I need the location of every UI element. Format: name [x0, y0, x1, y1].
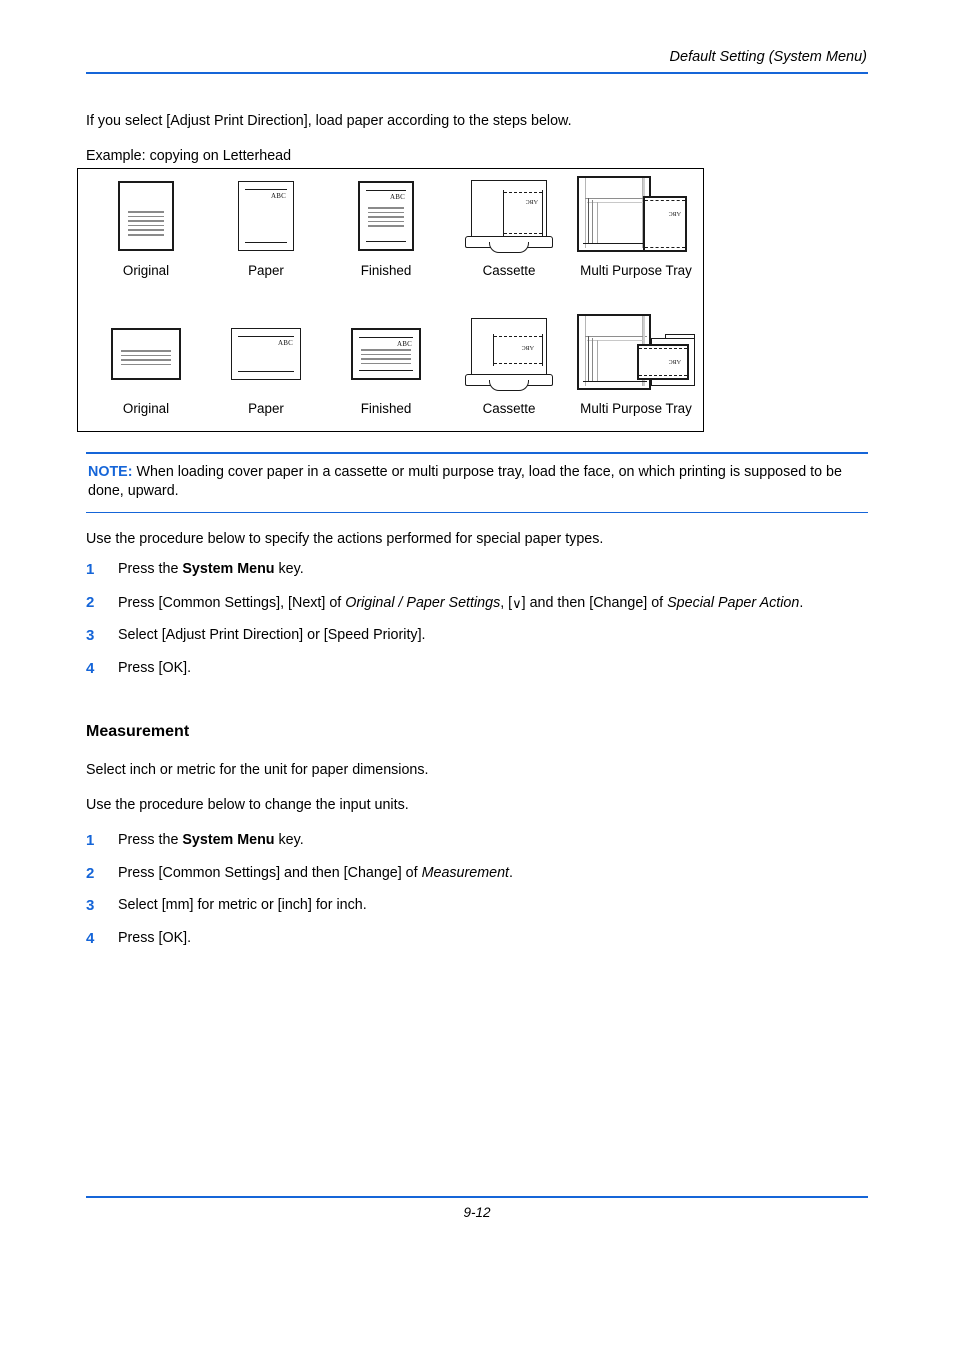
figure-cell-original: Original — [90, 311, 202, 429]
page-footer: 9-12 — [86, 1196, 868, 1220]
cassette-icon: Abc — [450, 173, 568, 259]
step-number: 1 — [86, 832, 95, 849]
procedure-step: 3 Select [Adjust Print Direction] or [Spe… — [86, 626, 868, 646]
procedure-step: 2 Press [Common Settings] and then [Chang… — [86, 864, 868, 884]
step-text: Press [OK]. — [118, 659, 192, 676]
procedure-step: 3 Select [mm] for metric or [inch] for in… — [86, 896, 868, 916]
procedure-intro-paragraph: Use the procedure below to specify the a… — [86, 531, 604, 547]
step-text: Press the System Menu key. — [118, 832, 304, 848]
figure-label: Multi Purpose Tray — [580, 263, 692, 278]
paper-sheet-icon: Abc — [210, 173, 322, 259]
procedure-step: 4 Press [OK]. — [86, 659, 868, 679]
figure-cell-cassette: Abc Cassette — [450, 173, 568, 291]
figure-label: Finished — [360, 401, 412, 416]
step-text: Press [Common Settings], [Next] of Origi… — [118, 593, 868, 614]
multi-purpose-tray-icon: Abc — [574, 173, 698, 259]
note-bottom-rule — [86, 511, 868, 514]
procedure-steps-special-paper: 1 Press the System Menu key. 2 Press [Commo… — [86, 560, 868, 691]
header-rule — [86, 72, 868, 74]
figure-label: Original — [122, 401, 170, 416]
figure-label: Cassette — [482, 401, 536, 416]
finished-sheet-icon: Abc — [330, 173, 442, 259]
figure-cell-original: Original — [90, 173, 202, 291]
figure-cell-multi-purpose-tray: Abc Multi Purpose Tray — [574, 311, 698, 429]
figure-cell-paper: Abc Paper — [210, 173, 322, 291]
procedure-steps-measurement: 1 Press the System Menu key. 2 Press [Commo… — [86, 831, 868, 961]
letterhead-mark: Abc — [390, 192, 405, 202]
figure-label: Paper — [248, 401, 284, 416]
step-number: 1 — [86, 561, 95, 578]
original-sheet-icon — [90, 173, 202, 259]
step-number: 4 — [86, 659, 95, 677]
letterhead-mark: Abc — [397, 339, 412, 349]
figure-cell-finished: Abc Finished — [330, 173, 442, 291]
letterhead-mark: Abc — [278, 338, 293, 348]
note-text: When loading cover paper in a cassette o… — [88, 463, 842, 500]
letterhead-mark-rotated: Abc — [525, 198, 538, 208]
document-page: Default Setting (System Menu) If you sel… — [0, 0, 954, 1350]
page-header: Default Setting (System Menu) — [86, 48, 868, 74]
step-number: 3 — [86, 897, 95, 914]
figure-cell-paper: Abc Paper — [210, 311, 322, 429]
letterhead-example-figure: Original Abc Paper Abc — [77, 168, 704, 432]
step-number: 4 — [86, 929, 95, 947]
step-text: Select [mm] for metric or [inch] for inc… — [118, 897, 367, 913]
step-text: Press [Common Settings] and then [Change… — [118, 864, 513, 881]
header-title: Default Setting (System Menu) — [669, 49, 867, 65]
note-block: NOTE: When loading cover paper in a cass… — [86, 452, 868, 514]
measurement-paragraph-1: Select inch or metric for the unit for p… — [86, 762, 429, 778]
figure-label: Finished — [360, 263, 412, 278]
figure-cell-finished: Abc Finished — [330, 311, 442, 429]
step-number: 3 — [86, 627, 95, 644]
step-text: Press [OK]. — [118, 929, 192, 946]
figure-cell-multi-purpose-tray: Abc Multi Purpose Tray — [574, 173, 698, 291]
figure-label: Original — [122, 263, 170, 278]
figure-row-landscape: Original Abc Paper Abc — [78, 311, 703, 429]
finished-sheet-icon: Abc — [330, 311, 442, 397]
procedure-step: 2 Press [Common Settings], [Next] of Orig… — [86, 593, 868, 614]
page-number: 9-12 — [463, 1204, 491, 1220]
figure-row-portrait: Original Abc Paper Abc — [78, 173, 703, 291]
chevron-down-icon: ∨ — [512, 595, 522, 611]
letterhead-mark-rotated: Abc — [668, 210, 681, 220]
paper-sheet-icon: Abc — [210, 311, 322, 397]
figure-label: Cassette — [482, 263, 536, 278]
letterhead-mark-rotated: Abc — [521, 344, 534, 354]
step-number: 2 — [86, 593, 95, 611]
example-paragraph: Example: copying on Letterhead — [86, 148, 292, 164]
step-text: Press the System Menu key. — [118, 561, 304, 577]
section-heading-measurement: Measurement — [86, 723, 190, 740]
letterhead-mark-rotated: Abc — [668, 358, 681, 368]
figure-cell-cassette: Abc Cassette — [450, 311, 568, 429]
letterhead-mark: Abc — [271, 191, 286, 201]
step-text: Select [Adjust Print Direction] or [Spee… — [118, 627, 426, 643]
procedure-step: 1 Press the System Menu key. — [86, 560, 868, 580]
original-sheet-icon — [90, 311, 202, 397]
footer-rule — [86, 1196, 868, 1198]
figure-label: Paper — [248, 263, 284, 278]
figure-label: Multi Purpose Tray — [580, 401, 692, 416]
step-number: 2 — [86, 864, 95, 882]
multi-purpose-tray-icon: Abc — [574, 311, 698, 397]
procedure-step: 1 Press the System Menu key. — [86, 831, 868, 851]
note-body: NOTE: When loading cover paper in a cass… — [86, 454, 868, 512]
intro-paragraph: If you select [Adjust Print Direction], … — [86, 113, 572, 129]
measurement-paragraph-2: Use the procedure below to change the in… — [86, 797, 409, 813]
cassette-icon: Abc — [450, 311, 568, 397]
procedure-step: 4 Press [OK]. — [86, 929, 868, 949]
note-label: NOTE: — [88, 463, 133, 480]
